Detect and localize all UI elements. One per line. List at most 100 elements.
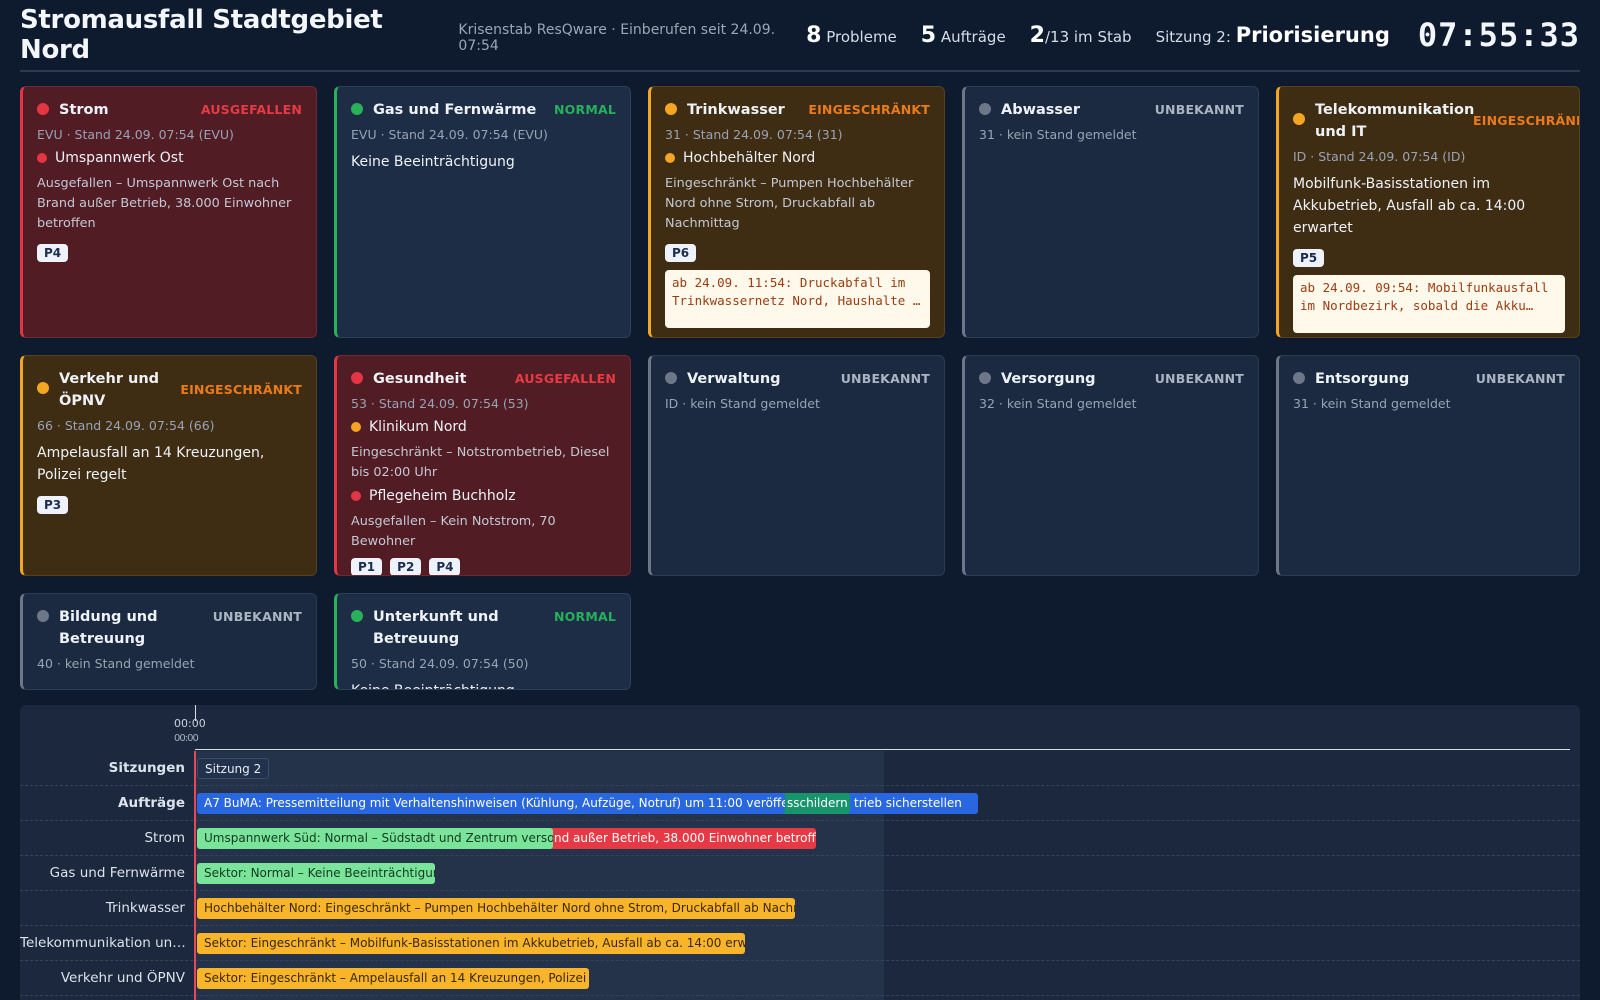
timeline-row-label: Telekommunikation un… — [20, 935, 185, 951]
status-badge: EINGESCHRÄNKT — [180, 382, 302, 397]
sector-card-gesundheit[interactable]: Gesundheit AUSGEFALLEN 53 · Stand 24.09. … — [334, 355, 631, 576]
page-subtitle: Krisenstab ResQware · Einberufen seit 24… — [458, 22, 776, 54]
timeline-bar-order[interactable]: sschildern — [780, 793, 850, 814]
status-dot-icon — [979, 103, 991, 115]
facility-status-dot-icon — [351, 422, 361, 432]
sector-meta: ID · Stand 24.09. 07:54 (ID) — [1293, 149, 1466, 164]
status-badge: AUSGEFALLEN — [200, 102, 302, 117]
timeline-row-label: Verkehr und ÖPNV — [60, 970, 185, 986]
facility-name: Klinikum Nord — [369, 419, 467, 435]
problem-tag[interactable]: P1 — [351, 558, 383, 575]
problem-tag[interactable]: P2 — [390, 558, 422, 575]
status-badge: UNBEKANNT — [1154, 371, 1244, 386]
status-dot-icon — [665, 103, 677, 115]
sector-meta: 53 · Stand 24.09. 07:54 (53) — [351, 396, 529, 411]
sector-meta: 32 · kein Stand gemeldet — [979, 396, 1137, 411]
facility-description: Eingeschränkt – Notstrombetrieb, Diesel … — [351, 445, 610, 480]
status-dot-icon — [1293, 113, 1305, 125]
status-dot-icon — [351, 103, 363, 115]
sector-name: Bildung und Betreuung — [59, 609, 158, 647]
timeline-bar-status[interactable]: Sektor: Eingeschränkt – Ampelausfall an … — [197, 968, 589, 989]
sector-meta: ID · kein Stand gemeldet — [665, 396, 820, 411]
session-label: Sitzung 2: — [1155, 28, 1231, 46]
sector-text: Keine Beeinträchtigung — [351, 680, 616, 689]
problem-tag[interactable]: P4 — [37, 244, 69, 262]
sector-card-entsorgung[interactable]: Entsorgung UNBEKANNT 31 · kein Stand geme… — [1276, 355, 1580, 576]
session-stat[interactable]: Sitzung 2: Priorisierung — [1156, 23, 1390, 47]
sector-card-strom[interactable]: Strom AUSGEFALLEN EVU · Stand 24.09. 07:5… — [20, 86, 317, 338]
sector-card-trinkwasser[interactable]: Trinkwasser EINGESCHRÄNKT 31 · Stand 24.0… — [648, 86, 945, 338]
facility-name: Pflegeheim Buchholz — [369, 488, 516, 504]
sector-name: Strom — [59, 102, 109, 118]
sector-text: Mobilfunk-Basisstationen im Akkubetrieb,… — [1293, 176, 1526, 236]
sector-card-gas[interactable]: Gas und Fernwärme NORMAL EVU · Stand 24.0… — [334, 86, 631, 338]
staff-stat[interactable]: 2/13 im Stab — [1030, 23, 1132, 48]
sector-name: Entsorgung — [1315, 371, 1410, 387]
problems-count: 8 — [806, 22, 822, 48]
timeline-bar-status[interactable]: Sektor: Normal – Keine Beeinträchtigung — [197, 863, 435, 884]
status-badge: EINGESCHRÄNKT — [1473, 113, 1579, 128]
facility-item[interactable]: Umspannwerk Ost — [37, 150, 302, 166]
orders-stat[interactable]: 5 Aufträge — [921, 23, 1006, 48]
timeline-bar-status[interactable]: Sektor: Eingeschränkt – Mobilfunk-Basiss… — [197, 933, 745, 954]
problem-tag[interactable]: P4 — [429, 558, 461, 575]
problems-stat[interactable]: 8 Probleme — [806, 23, 897, 48]
status-badge: UNBEKANNT — [1154, 102, 1244, 117]
sector-card-verkehr[interactable]: Verkehr und ÖPNV EINGESCHRÄNKT 66 · Stand… — [20, 355, 317, 576]
dashboard: Stromausfall Stadtgebiet Nord Krisenstab… — [0, 0, 1600, 1000]
session-name: Priorisierung — [1235, 23, 1390, 47]
problem-tag[interactable]: P6 — [665, 244, 697, 262]
timeline-row-gas: Gas und Fernwärme Sektor: Normal – Keine… — [20, 856, 1580, 891]
problem-tag[interactable]: P3 — [37, 496, 69, 514]
timeline-row-label: Sitzungen — [108, 760, 185, 776]
sector-card-versorgung[interactable]: Versorgung UNBEKANNT 32 · kein Stand geme… — [962, 355, 1259, 576]
timeline-bar-session[interactable]: Sitzung 2 — [197, 758, 270, 779]
sector-card-verwaltung[interactable]: Verwaltung UNBEKANNT ID · kein Stand geme… — [648, 355, 945, 576]
sector-name: Telekommunikation und IT — [1315, 102, 1475, 140]
timeline-bar-status[interactable]: Umspannwerk Süd: Normal – Südstadt und Z… — [197, 828, 553, 849]
timeline-bar-order[interactable]: A7 BuMA: Pressemitteilung mit Verhaltens… — [197, 793, 785, 814]
sector-name: Trinkwasser — [687, 102, 785, 118]
timeline-row-auftraege: Aufträge trieb sicherstellen sschildern … — [20, 786, 1580, 821]
header: Stromausfall Stadtgebiet Nord Krisenstab… — [20, 0, 1580, 72]
sector-card-unterkunft[interactable]: Unterkunft und Betreuung NORMAL 50 · Stan… — [334, 593, 631, 690]
sector-name: Gesundheit — [373, 371, 467, 387]
sector-meta: 31 · kein Stand gemeldet — [979, 127, 1137, 142]
facility-description: Ausgefallen – Umspannwerk Ost nach Brand… — [37, 176, 292, 231]
status-dot-icon — [37, 103, 49, 115]
problem-tag[interactable]: P5 — [1293, 249, 1325, 267]
timeline[interactable]: 00:00 00:00 Sitzungen Sitzung 2 Aufträge… — [20, 705, 1580, 1000]
status-badge: EINGESCHRÄNKT — [808, 102, 930, 117]
facility-name: Umspannwerk Ost — [55, 150, 184, 166]
timeline-bar-status[interactable]: Hochbehälter Nord: Eingeschränkt – Pumpe… — [197, 898, 795, 919]
orders-count: 5 — [920, 22, 937, 48]
timeline-row-strom: Strom nd außer Betrieb, 38.000 Einwohner… — [20, 821, 1580, 856]
status-dot-icon — [37, 610, 49, 622]
facility-item[interactable]: Pflegeheim Buchholz — [351, 488, 616, 504]
sector-name: Abwasser — [1001, 102, 1081, 118]
status-badge: AUSGEFALLEN — [514, 371, 616, 386]
status-dot-icon — [665, 372, 677, 384]
sector-card-bildung[interactable]: Bildung und Betreuung UNBEKANNT 40 · kein… — [20, 593, 317, 690]
sector-card-telekommunikation[interactable]: Telekommunikation und ITEINGESCHRÄNKT ID… — [1276, 86, 1580, 338]
facility-description: Eingeschränkt – Pumpen Hochbehälter Nord… — [665, 176, 914, 231]
timeline-now-marker — [194, 751, 196, 1000]
sector-meta: EVU · Stand 24.09. 07:54 (EVU) — [351, 127, 548, 142]
facility-item[interactable]: Hochbehälter Nord — [665, 150, 930, 166]
timeline-tick-label: 00:00 — [174, 717, 206, 730]
header-stats: 8 Probleme 5 Aufträge 2/13 im Stab Sitzu… — [806, 16, 1580, 54]
status-badge: UNBEKANNT — [840, 371, 930, 386]
status-dot-icon — [979, 372, 991, 384]
sector-name: Gas und Fernwärme — [373, 102, 537, 118]
sector-name: Verwaltung — [687, 371, 781, 387]
status-dot-icon — [37, 382, 49, 394]
sector-card-abwasser[interactable]: Abwasser UNBEKANNT 31 · kein Stand gemeld… — [962, 86, 1259, 338]
facility-item[interactable]: Klinikum Nord — [351, 419, 616, 435]
timeline-bar-status[interactable]: nd außer Betrieb, 38.000 Einwohner betro… — [548, 828, 816, 849]
problems-label: Probleme — [826, 27, 897, 46]
status-badge: UNBEKANNT — [1475, 371, 1565, 386]
timeline-bar-order[interactable]: trieb sicherstellen — [840, 793, 978, 814]
staff-count: 2 — [1029, 22, 1045, 48]
status-badge: NORMAL — [554, 102, 616, 117]
sector-meta: 50 · Stand 24.09. 07:54 (50) — [351, 656, 529, 671]
